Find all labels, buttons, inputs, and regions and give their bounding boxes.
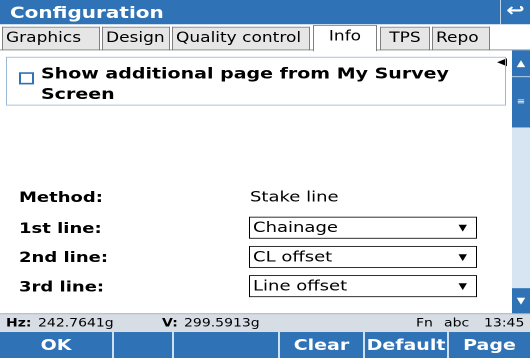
function-key-bar: OK Clear Default Page	[0, 332, 530, 358]
fn-indicator: Fn	[416, 316, 433, 330]
line3-value: Line offset	[253, 277, 348, 295]
chevron-down-icon: ▼	[458, 251, 467, 263]
ok-button[interactable]: OK	[0, 332, 114, 358]
scroll-up-icon[interactable]: ▲	[512, 50, 530, 77]
clock: 13:45	[484, 316, 525, 330]
tab-label: Repo	[436, 30, 479, 47]
scroll-thumb[interactable]: ≡	[512, 77, 530, 128]
show-additional-page-option[interactable]: Show additional page from My Survey Scre…	[6, 56, 506, 106]
chevron-down-icon: ▼	[458, 280, 467, 292]
title-bar: Configuration ↩	[0, 0, 530, 25]
show-additional-page-label: Show additional page from My Survey Scre…	[41, 64, 449, 104]
line2-label: 2nd line:	[19, 249, 109, 267]
line3-label: 3rd line:	[19, 278, 105, 296]
window-title: Configuration	[10, 2, 164, 22]
hz-label: Hz:	[6, 316, 32, 330]
tab-label: Info	[328, 28, 362, 45]
line1-select[interactable]: Chainage ▼	[249, 216, 477, 239]
clear-button[interactable]: Clear	[280, 332, 365, 358]
back-arrow-icon[interactable]: ↩	[500, 0, 530, 25]
line1-value: Chainage	[253, 219, 338, 237]
tab-label: TPS	[389, 30, 421, 47]
tab-quality-control[interactable]: Quality control	[172, 26, 310, 51]
tab-label: Quality control	[176, 30, 302, 47]
line2-select[interactable]: CL offset ▼	[249, 245, 477, 268]
tab-graphics[interactable]: Graphics	[2, 26, 100, 51]
hz-value: 242.7641g	[38, 316, 114, 330]
show-additional-page-checkbox[interactable]	[19, 72, 34, 85]
info-panel: Show additional page from My Survey Scre…	[0, 50, 512, 313]
line3-select[interactable]: Line offset ▼	[249, 275, 477, 298]
tab-report[interactable]: Repo	[432, 26, 490, 51]
tab-design[interactable]: Design	[102, 26, 170, 51]
input-mode-indicator: abc	[444, 316, 470, 330]
line1-label: 1st line:	[19, 219, 102, 238]
status-bar: Hz: 242.7641g V: 299.5913g Fn abc 13:45	[0, 313, 530, 333]
tab-info[interactable]: Info	[313, 25, 377, 52]
f3-button[interactable]	[174, 332, 280, 358]
scroll-down-icon[interactable]: ▼	[512, 288, 530, 314]
v-value: 299.5913g	[184, 316, 260, 330]
tab-tps[interactable]: TPS	[380, 26, 430, 51]
chevron-down-icon: ▼	[458, 222, 467, 233]
method-label: Method:	[19, 189, 103, 207]
method-value: Stake line	[250, 188, 339, 206]
tab-label: Graphics	[6, 30, 82, 47]
line2-value: CL offset	[253, 248, 333, 266]
v-label: V:	[162, 316, 178, 330]
default-button[interactable]: Default	[365, 332, 449, 358]
tab-label: Design	[106, 30, 165, 47]
tab-strip: Graphics Design Quality control Info TPS…	[0, 24, 530, 74]
f2-button[interactable]	[114, 332, 174, 358]
page-button[interactable]: Page	[449, 332, 530, 358]
